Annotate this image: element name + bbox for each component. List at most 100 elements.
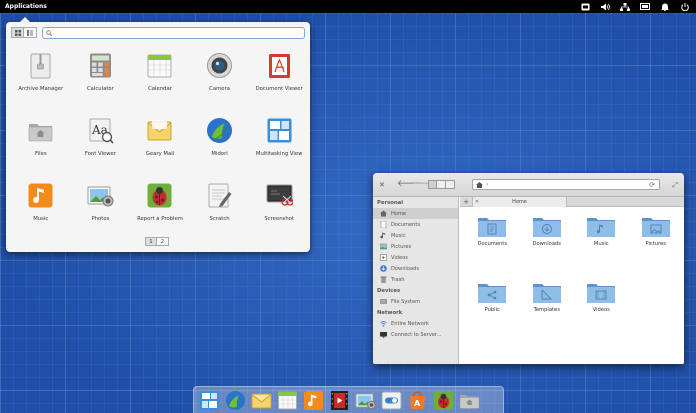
application-launcher: Archive Manager Calculator Calendar Came… xyxy=(6,17,310,252)
sidebar-item-entire-network[interactable]: Entire Network xyxy=(373,318,458,329)
dock-files-icon[interactable] xyxy=(459,390,480,411)
volume-icon[interactable] xyxy=(600,3,610,11)
dock-mail-icon[interactable] xyxy=(251,390,272,411)
app-label: Photos xyxy=(91,216,110,222)
network-icon[interactable] xyxy=(620,2,630,11)
file-manager-toolbar: ✕ 🡐 🡒 › ⟳ ⤢ xyxy=(373,173,684,197)
app-scratch[interactable]: Scratch xyxy=(190,179,250,244)
dock-settings-icon[interactable] xyxy=(381,390,402,411)
folder-videos[interactable]: Videos xyxy=(574,281,629,347)
sidebar-item-trash[interactable]: Trash xyxy=(373,274,458,285)
sidebar-item-music[interactable]: Music xyxy=(373,230,458,241)
folder-pictures[interactable]: Pictures xyxy=(629,215,684,281)
sidebar-item-connect-to-server[interactable]: Connect to Server... xyxy=(373,329,458,340)
sidebar-item-home[interactable]: Home xyxy=(373,208,458,219)
new-tab-button[interactable]: + xyxy=(460,197,472,206)
folder-label: Downloads xyxy=(532,241,562,247)
close-icon[interactable]: ✕ xyxy=(379,181,385,189)
path-separator-icon: › xyxy=(486,181,489,188)
grid-view-button[interactable] xyxy=(11,27,24,38)
folder-templates-icon xyxy=(532,284,561,303)
archive-icon xyxy=(27,52,54,79)
app-calendar[interactable]: Calendar xyxy=(130,49,190,114)
app-label: Document Viewer xyxy=(255,86,303,92)
sidebar-item-videos[interactable]: Videos xyxy=(373,252,458,263)
multitasking-icon xyxy=(266,117,293,144)
app-camera[interactable]: Camera xyxy=(190,49,250,114)
folder-downloads-icon xyxy=(532,218,561,237)
dock-photos-icon[interactable] xyxy=(355,390,376,411)
dock-video-icon[interactable] xyxy=(329,390,350,411)
app-midori[interactable]: Midori xyxy=(190,114,250,179)
category-view-button[interactable] xyxy=(24,27,37,38)
folder-templates[interactable]: Templates xyxy=(520,281,575,347)
folder-documents[interactable]: Documents xyxy=(465,215,520,281)
sidebar-item-pictures[interactable]: Pictures xyxy=(373,241,458,252)
sidebar-item-label: File System xyxy=(391,298,421,305)
dock-app-center-icon[interactable]: A xyxy=(407,390,428,411)
search-input[interactable] xyxy=(55,29,295,37)
grid-icon xyxy=(14,29,21,36)
page-2-button[interactable]: 2 xyxy=(157,237,169,246)
text-editor-icon xyxy=(206,182,233,209)
close-tab-icon[interactable]: ✕ xyxy=(473,199,481,205)
sidebar-item-label: Connect to Server... xyxy=(391,331,442,338)
view-switcher xyxy=(428,180,455,189)
app-label: Calculator xyxy=(86,86,114,92)
documents-icon xyxy=(380,221,387,228)
folder-label: Pictures xyxy=(645,241,667,247)
icon-view-button[interactable] xyxy=(428,180,437,189)
folder-downloads[interactable]: Downloads xyxy=(520,215,575,281)
music-note-icon xyxy=(380,232,387,239)
tab-home[interactable]: ✕ Home xyxy=(472,197,567,207)
font-viewer-icon: Aa xyxy=(87,117,114,144)
app-files[interactable]: Files xyxy=(11,114,71,179)
sidebar-item-documents[interactable]: Documents xyxy=(373,219,458,230)
tab-bar: + ✕ Home xyxy=(460,197,684,207)
server-icon xyxy=(380,331,387,338)
photos-icon xyxy=(87,182,114,209)
dock-music-icon[interactable] xyxy=(303,390,324,411)
app-multitasking-view[interactable]: Multitasking View xyxy=(249,114,309,179)
app-document-viewer[interactable]: Document Viewer xyxy=(249,49,309,114)
app-label: Scratch xyxy=(209,216,230,222)
column-view-button[interactable] xyxy=(446,180,455,189)
dock-calendar-icon[interactable] xyxy=(277,390,298,411)
files-icon xyxy=(27,117,54,144)
view-mode-toggle xyxy=(11,27,37,38)
app-label: Midori xyxy=(211,151,228,157)
calendar-icon xyxy=(146,52,173,79)
folder-music[interactable]: Music xyxy=(574,215,629,281)
network-icon xyxy=(380,320,387,327)
sidebar-item-downloads[interactable]: Downloads xyxy=(373,263,458,274)
dock-bug-icon[interactable] xyxy=(433,390,454,411)
folder-public[interactable]: Public xyxy=(465,281,520,347)
search-box[interactable] xyxy=(42,27,305,39)
maximize-icon[interactable]: ⤢ xyxy=(672,181,678,190)
app-geary-mail[interactable]: Geary Mail xyxy=(130,114,190,179)
power-icon[interactable] xyxy=(680,2,690,11)
app-label: Font Viewer xyxy=(84,151,116,157)
app-label: Music xyxy=(33,216,49,222)
app-screenshot[interactable]: Screenshot xyxy=(249,179,309,244)
app-report-a-problem[interactable]: Report a Problem xyxy=(130,179,190,244)
sidebar-item-label: Downloads xyxy=(391,265,419,272)
location-bar[interactable]: › ⟳ xyxy=(472,179,660,190)
battery-icon[interactable] xyxy=(640,3,650,11)
app-photos[interactable]: Photos xyxy=(71,179,131,244)
app-music[interactable]: Music xyxy=(11,179,71,244)
dock-browser-icon[interactable] xyxy=(225,390,246,411)
notifications-icon[interactable] xyxy=(660,3,670,11)
page-1-button[interactable]: 1 xyxy=(145,237,157,246)
app-archive-manager[interactable]: Archive Manager xyxy=(11,49,71,114)
app-grid: Archive Manager Calculator Calendar Came… xyxy=(11,49,309,244)
list-view-button[interactable] xyxy=(437,180,446,189)
applications-menu-button[interactable]: Applications xyxy=(0,3,47,10)
reload-icon[interactable]: ⟳ xyxy=(649,181,655,189)
mail-icon xyxy=(146,117,173,144)
app-font-viewer[interactable]: Aa Font Viewer xyxy=(71,114,131,179)
dock-multitasking-icon[interactable] xyxy=(199,390,220,411)
app-calculator[interactable]: Calculator xyxy=(71,49,131,114)
keyboard-layout-icon[interactable] xyxy=(580,3,590,11)
sidebar-item-file-system[interactable]: File System xyxy=(373,296,458,307)
